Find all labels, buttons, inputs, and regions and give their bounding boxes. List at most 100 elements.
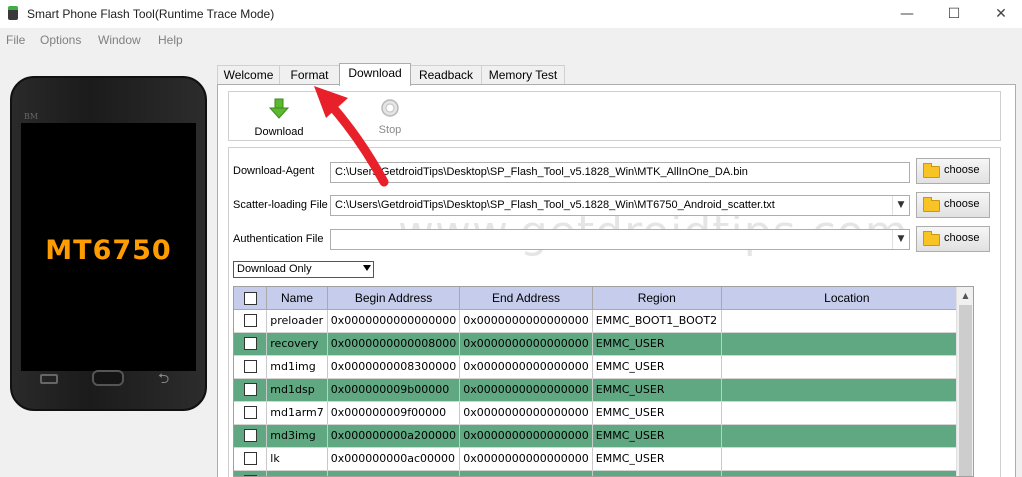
phone-back-key-icon: ⮌ bbox=[158, 371, 170, 387]
cell-end-address: 0x0000000000000000 bbox=[459, 355, 593, 379]
cell-location[interactable] bbox=[721, 401, 973, 425]
col-name[interactable]: Name bbox=[266, 287, 328, 310]
folder-icon bbox=[923, 163, 940, 178]
row-checkbox-cell[interactable] bbox=[234, 470, 268, 476]
row-checkbox[interactable] bbox=[243, 383, 257, 397]
cell-name: preloader bbox=[266, 309, 328, 333]
cell-region: EMMC_USER bbox=[592, 378, 722, 402]
table-row[interactable]: md3img 0x000000000a200000 0x00000000000000… bbox=[234, 424, 973, 448]
download-agent-field[interactable]: C:\Users\GetdroidTips\Desktop\SP_Flash_T… bbox=[330, 162, 910, 183]
cell-region: EMMC_USER bbox=[592, 332, 722, 356]
row-checkbox-cell[interactable] bbox=[234, 424, 268, 448]
download-agent-label: Download-Agent bbox=[233, 165, 315, 177]
row-checkbox-cell[interactable] bbox=[234, 447, 268, 471]
col-region[interactable]: Region bbox=[592, 287, 722, 310]
menu-bar: File Options Window Help bbox=[0, 28, 1022, 52]
col-begin-address[interactable]: Begin Address bbox=[327, 287, 461, 310]
chevron-down-icon[interactable]: ▼ bbox=[892, 230, 909, 249]
row-checkbox[interactable] bbox=[243, 314, 257, 328]
scroll-up-icon[interactable]: ▲ bbox=[957, 287, 973, 304]
scroll-thumb[interactable] bbox=[959, 305, 972, 476]
download-agent-choose-button[interactable]: choose bbox=[916, 158, 990, 184]
col-end-address[interactable]: End Address bbox=[459, 287, 593, 310]
auth-choose-button[interactable]: choose bbox=[916, 226, 990, 252]
row-checkbox-cell[interactable] bbox=[234, 332, 268, 356]
table-row[interactable]: md1dsp 0x000000009b00000 0x000000000000000… bbox=[234, 378, 973, 402]
col-location[interactable]: Location bbox=[721, 287, 973, 310]
download-label: Download bbox=[254, 126, 304, 138]
download-button[interactable]: Download bbox=[253, 98, 305, 138]
stop-button[interactable]: Stop bbox=[369, 98, 411, 136]
cell-name bbox=[266, 470, 328, 476]
partition-table: Name Begin Address End Address Region Lo… bbox=[233, 286, 974, 477]
download-mode-select[interactable]: Download Only bbox=[233, 261, 374, 278]
close-button[interactable]: ✕ bbox=[991, 4, 1011, 24]
download-toolbar: Download Stop bbox=[228, 91, 1001, 141]
menu-window[interactable]: Window bbox=[98, 33, 141, 47]
cell-location[interactable] bbox=[721, 447, 973, 471]
phone-illustration: BM MT6750 ⮌ bbox=[10, 76, 207, 411]
tab-readback[interactable]: Readback bbox=[410, 65, 482, 85]
row-checkbox-cell[interactable] bbox=[234, 401, 268, 425]
partition-grid: Name Begin Address End Address Region Lo… bbox=[234, 287, 973, 476]
table-row[interactable] bbox=[234, 470, 973, 476]
row-checkbox[interactable] bbox=[243, 406, 257, 420]
row-checkbox[interactable] bbox=[243, 360, 257, 374]
cell-location[interactable] bbox=[721, 378, 973, 402]
download-mode-value: Download Only bbox=[237, 263, 312, 275]
select-all-checkbox[interactable] bbox=[243, 291, 257, 305]
cell-location[interactable] bbox=[721, 355, 973, 379]
tab-memory-test[interactable]: Memory Test bbox=[481, 65, 565, 85]
scatter-file-label: Scatter-loading File bbox=[233, 199, 328, 211]
table-row[interactable]: md1img 0x0000000008300000 0x00000000000000… bbox=[234, 355, 973, 379]
table-header-row: Name Begin Address End Address Region Lo… bbox=[234, 287, 973, 310]
tab-download[interactable]: Download bbox=[339, 63, 411, 86]
cell-begin-address: 0x000000009f00000 bbox=[327, 401, 461, 425]
window-title: Smart Phone Flash Tool(Runtime Trace Mod… bbox=[27, 7, 275, 21]
choose-label: choose bbox=[944, 198, 980, 210]
cell-begin-address: 0x000000009b00000 bbox=[327, 378, 461, 402]
row-checkbox[interactable] bbox=[243, 452, 257, 466]
cell-begin-address: 0x0000000008300000 bbox=[327, 355, 461, 379]
table-row[interactable]: recovery 0x0000000000008000 0x000000000000… bbox=[234, 332, 973, 356]
row-checkbox-cell[interactable] bbox=[234, 355, 268, 379]
cell-begin-address: 0x0000000000008000 bbox=[327, 332, 461, 356]
folder-icon bbox=[923, 197, 940, 212]
table-row[interactable]: md1arm7 0x000000009f00000 0x00000000000000… bbox=[234, 401, 973, 425]
phone-screen: MT6750 bbox=[21, 123, 196, 371]
chevron-down-icon[interactable]: ▼ bbox=[892, 196, 909, 215]
table-row[interactable]: lk 0x000000000ac00000 0x0000000000000000 EM… bbox=[234, 447, 973, 471]
cell-location[interactable] bbox=[721, 332, 973, 356]
row-checkbox[interactable] bbox=[243, 337, 257, 351]
cell-region: EMMC_USER bbox=[592, 447, 722, 471]
dropdown-arrow-icon bbox=[363, 265, 371, 271]
row-checkbox-cell[interactable] bbox=[234, 309, 268, 333]
row-checkbox-cell[interactable] bbox=[234, 378, 268, 402]
select-all-header[interactable] bbox=[234, 287, 268, 310]
choose-label: choose bbox=[944, 232, 980, 244]
maximize-button[interactable]: ☐ bbox=[944, 4, 964, 24]
minimize-button[interactable]: — bbox=[897, 4, 917, 24]
cell-name: md1dsp bbox=[266, 378, 328, 402]
menu-file[interactable]: File bbox=[6, 33, 25, 47]
cell-location[interactable] bbox=[721, 470, 973, 476]
table-row[interactable]: preloader 0x0000000000000000 0x00000000000… bbox=[234, 309, 973, 333]
scatter-choose-button[interactable]: choose bbox=[916, 192, 990, 218]
cell-location[interactable] bbox=[721, 424, 973, 448]
row-checkbox[interactable] bbox=[243, 429, 257, 443]
stop-icon bbox=[381, 99, 399, 117]
auth-file-combo[interactable]: ▼ bbox=[330, 229, 910, 250]
folder-icon bbox=[923, 231, 940, 246]
menu-options[interactable]: Options bbox=[40, 33, 81, 47]
cell-name: md3img bbox=[266, 424, 328, 448]
tab-welcome[interactable]: Welcome bbox=[217, 65, 280, 85]
cell-location[interactable] bbox=[721, 309, 973, 333]
cell-name: lk bbox=[266, 447, 328, 471]
scatter-file-combo[interactable]: C:\Users\GetdroidTips\Desktop\SP_Flash_T… bbox=[330, 195, 910, 216]
cell-end-address: 0x0000000000000000 bbox=[459, 424, 593, 448]
cell-region bbox=[592, 470, 722, 476]
tab-format[interactable]: Format bbox=[279, 65, 340, 85]
menu-help[interactable]: Help bbox=[158, 33, 183, 47]
vertical-scrollbar[interactable]: ▲ bbox=[956, 287, 973, 476]
cell-end-address: 0x0000000000000000 bbox=[459, 401, 593, 425]
